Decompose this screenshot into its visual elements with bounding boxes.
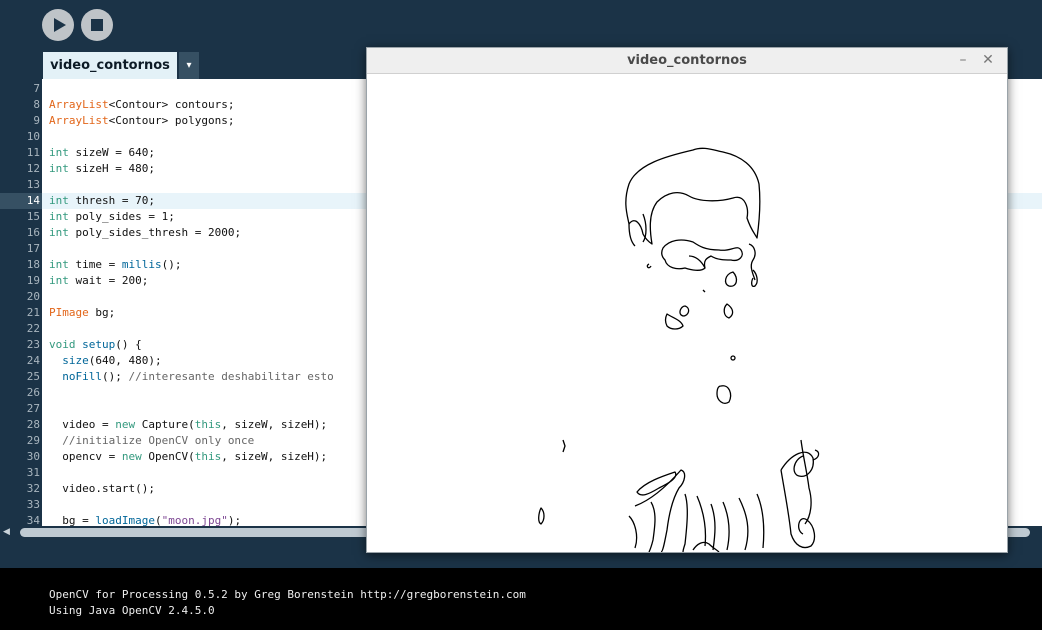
stop-icon <box>91 19 103 31</box>
minimize-icon[interactable]: – <box>955 52 971 68</box>
code-text: opencv = new OpenCV(this, sizeW, sizeH); <box>49 450 328 463</box>
code-text: size(640, 480); <box>62 354 162 367</box>
code-text: video.start(); <box>49 482 155 495</box>
code-text: PImage bg; <box>49 306 116 319</box>
line-number: 34 <box>26 514 40 526</box>
stop-button[interactable] <box>81 9 113 41</box>
line-number: 24 <box>26 354 40 367</box>
scroll-left-icon[interactable]: ◀ <box>3 527 10 537</box>
console-line: Using Java OpenCV 2.4.5.0 <box>49 604 215 617</box>
line-number: 12 <box>26 162 40 175</box>
console-line: OpenCV for Processing 0.5.2 by Greg Bore… <box>49 588 526 601</box>
line-number: 26 <box>26 386 40 399</box>
line-number: 25 <box>26 370 40 383</box>
code-text: bg = loadImage("moon.jpg"); <box>49 514 242 526</box>
line-number: 17 <box>26 242 40 255</box>
code-text: int sizeH = 480; <box>49 162 155 175</box>
line-number: 21 <box>26 306 40 319</box>
line-number: 33 <box>26 498 40 511</box>
line-number: 13 <box>26 178 40 191</box>
code-text: int poly_sides = 1; <box>49 210 175 223</box>
line-number: 20 <box>26 290 40 303</box>
line-number: 11 <box>26 146 40 159</box>
code-text: int thresh = 70; <box>49 194 155 207</box>
sketch-canvas <box>367 74 1007 553</box>
window-titlebar[interactable]: video_contornos – ✕ <box>367 48 1007 74</box>
code-text: int time = millis(); <box>49 258 182 271</box>
code-text: void setup() { <box>49 338 142 351</box>
line-number: 32 <box>26 482 40 495</box>
line-number: 27 <box>26 402 40 415</box>
line-number: 29 <box>26 434 40 447</box>
tab-video-contornos[interactable]: video_contornos <box>43 52 177 79</box>
line-number: 16 <box>26 226 40 239</box>
line-number: 23 <box>26 338 40 351</box>
line-number: 30 <box>26 450 40 463</box>
line-number: 10 <box>26 130 40 143</box>
toolbar <box>0 0 1042 52</box>
window-title: video_contornos <box>627 53 747 68</box>
line-number: 8 <box>33 98 40 111</box>
close-icon[interactable]: ✕ <box>980 52 996 68</box>
code-text: video = new Capture(this, sizeW, sizeH); <box>49 418 328 431</box>
line-number: 9 <box>33 114 40 127</box>
line-number: 14 <box>26 194 40 207</box>
line-number: 22 <box>26 322 40 335</box>
code-text: ArrayList<Contour> contours; <box>49 98 235 111</box>
contour-drawing <box>538 147 820 553</box>
line-number: 31 <box>26 466 40 479</box>
play-icon <box>54 18 66 32</box>
line-number: 7 <box>33 82 40 95</box>
line-number: 15 <box>26 210 40 223</box>
code-text: ArrayList<Contour> polygons; <box>49 114 235 127</box>
tab-menu-button[interactable]: ▾ <box>179 52 199 79</box>
code-text: noFill(); //interesante deshabilitar est… <box>62 370 334 383</box>
code-text: int wait = 200; <box>49 274 149 287</box>
line-number: 28 <box>26 418 40 431</box>
sketch-window: video_contornos – ✕ <box>366 47 1008 553</box>
code-text: //initialize OpenCV only once <box>62 434 255 447</box>
run-button[interactable] <box>42 9 74 41</box>
line-number: 18 <box>26 258 40 271</box>
code-text: int poly_sides_thresh = 2000; <box>49 226 242 239</box>
code-text: int sizeW = 640; <box>49 146 155 159</box>
console: OpenCV for Processing 0.5.2 by Greg Bore… <box>0 568 1042 630</box>
line-number: 19 <box>26 274 40 287</box>
